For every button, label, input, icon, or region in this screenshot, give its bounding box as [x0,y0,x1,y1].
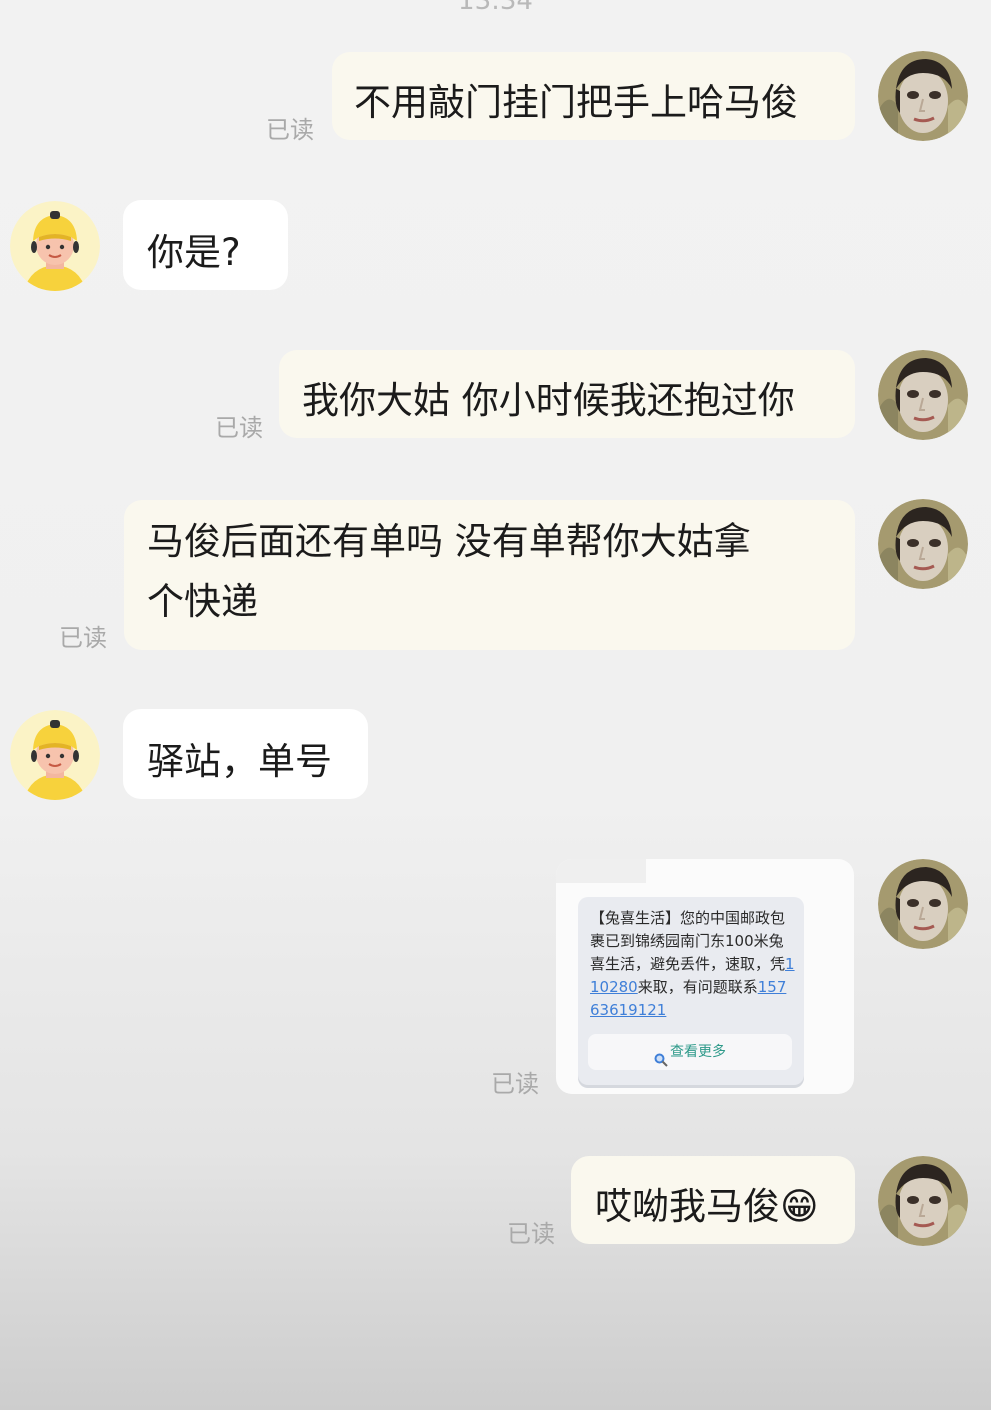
user-avatar[interactable] [878,859,968,949]
user-avatar[interactable] [878,499,968,589]
message-bubble-outgoing[interactable]: 哎呦我马俊😁 [571,1156,855,1244]
courier-avatar-image [10,710,100,800]
user-avatar-image [878,350,968,440]
view-more-label: 查看更多 [670,1044,726,1060]
sms-text: 【兔喜生活】您的中国邮政包裹已到锦绣园南门东100米兔喜生活，避免丢件，速取，凭… [590,907,795,1022]
message-text: 你是? [147,231,241,274]
user-avatar-image [878,499,968,589]
message-text-line: 个快递 [147,580,258,623]
user-avatar[interactable] [878,51,968,141]
read-receipt: 已读 [215,414,263,442]
message-bubble-incoming[interactable]: 你是? [123,200,288,290]
message-text: 驿站，单号 [147,740,332,783]
read-receipt: 已读 [59,624,107,652]
message-bubble-outgoing[interactable]: 马俊后面还有单吗 没有单帮你大姑拿 个快递 [124,500,855,650]
courier-avatar-image [10,201,100,291]
user-avatar[interactable] [878,350,968,440]
user-avatar-image [878,1156,968,1246]
read-receipt: 已读 [266,116,314,144]
courier-avatar[interactable] [10,710,100,800]
sms-screenshot: 【兔喜生活】您的中国邮政包裹已到锦绣园南门东100米兔喜生活，避免丢件，速取，凭… [578,897,804,1085]
courier-avatar[interactable] [10,201,100,291]
message-text-line: 马俊后面还有单吗 没有单帮你大姑拿 [147,520,751,563]
timestamp: 13:34 [458,0,533,16]
message-bubble-incoming[interactable]: 驿站，单号 [123,709,368,799]
message-bubble-outgoing[interactable]: 不用敲门挂门把手上哈马俊 [332,52,855,140]
read-receipt: 已读 [491,1070,539,1098]
message-text: 不用敲门挂门把手上哈马俊 [354,81,798,124]
user-avatar[interactable] [878,1156,968,1246]
view-more-button[interactable]: 查看更多 [588,1034,792,1070]
read-receipt: 已读 [507,1220,555,1248]
user-avatar-image [878,51,968,141]
sms-text-part: 来取，有问题联系 [637,978,758,996]
screenshot-edge [556,859,646,883]
message-bubble-outgoing[interactable]: 我你大姑 你小时候我还抱过你 [279,350,855,438]
image-message[interactable]: 【兔喜生活】您的中国邮政包裹已到锦绣园南门东100米兔喜生活，避免丢件，速取，凭… [556,859,854,1094]
user-avatar-image [878,859,968,949]
message-text: 我你大姑 你小时候我还抱过你 [302,379,795,422]
message-text: 哎呦我马俊 [595,1185,780,1228]
grinning-emoji-icon: 😁 [780,1185,819,1228]
search-icon [654,1045,668,1067]
sms-text-part: 【兔喜生活】您的中国邮政包裹已到锦绣园南门东100米兔喜生活，避免丢件，速取，凭 [590,909,786,973]
